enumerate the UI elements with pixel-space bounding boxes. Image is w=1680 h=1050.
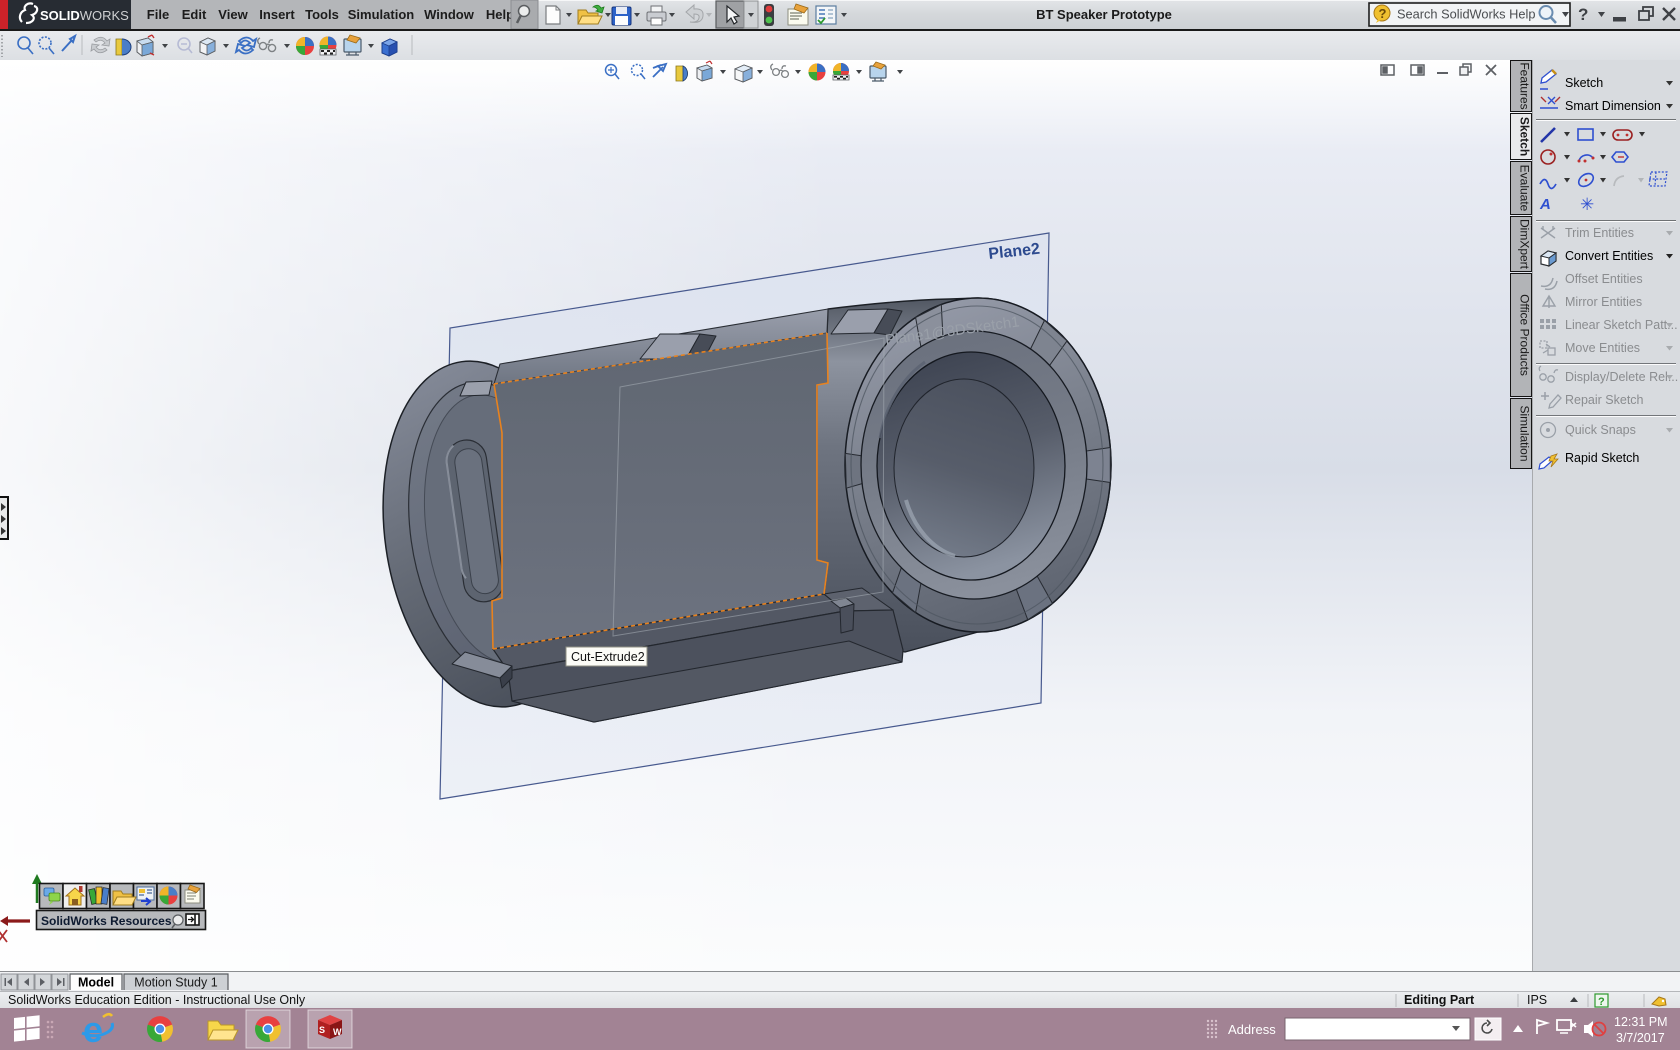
svg-text:12:31 PM: 12:31 PM [1614, 1015, 1668, 1029]
svg-text:e: e [83, 1009, 103, 1050]
svg-text:SolidWorks Resources: SolidWorks Resources [41, 914, 172, 928]
svg-text:Trim Entities: Trim Entities [1565, 226, 1634, 240]
svg-text:DimXpert: DimXpert [1518, 219, 1532, 270]
svg-text:Sketch: Sketch [1565, 76, 1603, 90]
svg-text:Offset Entities: Offset Entities [1565, 272, 1643, 286]
svg-text:Simulation: Simulation [1518, 405, 1532, 461]
svg-text:?: ? [1598, 996, 1605, 1008]
svg-text:Quick Snaps: Quick Snaps [1565, 423, 1636, 437]
svg-text:Rapid Sketch: Rapid Sketch [1565, 451, 1639, 465]
svg-text:Mirror Entities: Mirror Entities [1565, 295, 1642, 309]
svg-text:Evaluate: Evaluate [1518, 165, 1532, 212]
svg-text:3/7/2017: 3/7/2017 [1616, 1031, 1665, 1045]
svg-text:Repair Sketch: Repair Sketch [1565, 393, 1644, 407]
svg-text:Cut-Extrude2: Cut-Extrude2 [571, 650, 645, 664]
svg-text:?: ? [1578, 5, 1588, 24]
svg-text:Model: Model [78, 976, 114, 990]
svg-text:✳: ✳ [1580, 195, 1594, 214]
svg-text:Features: Features [1518, 62, 1532, 109]
svg-text:Move Entities: Move Entities [1565, 341, 1640, 355]
svg-text:?: ? [1379, 6, 1387, 21]
svg-text:Sketch: Sketch [1518, 117, 1532, 156]
svg-text:Office Products: Office Products [1518, 294, 1532, 376]
svg-text:Display/Delete Rel...: Display/Delete Rel... [1565, 370, 1678, 384]
svg-text:S: S [319, 1025, 325, 1035]
svg-text:W: W [333, 1027, 342, 1037]
svg-text:Linear Sketch Patt...: Linear Sketch Patt... [1565, 318, 1678, 332]
svg-text:Search SolidWorks Help: Search SolidWorks Help [1397, 7, 1535, 22]
svg-text:Smart Dimension: Smart Dimension [1565, 99, 1661, 113]
svg-text:Address: Address [1228, 1022, 1276, 1037]
svg-text:Motion Study 1: Motion Study 1 [134, 976, 217, 990]
svg-text:A: A [1539, 196, 1551, 213]
svg-text:Convert Entities: Convert Entities [1565, 249, 1653, 263]
